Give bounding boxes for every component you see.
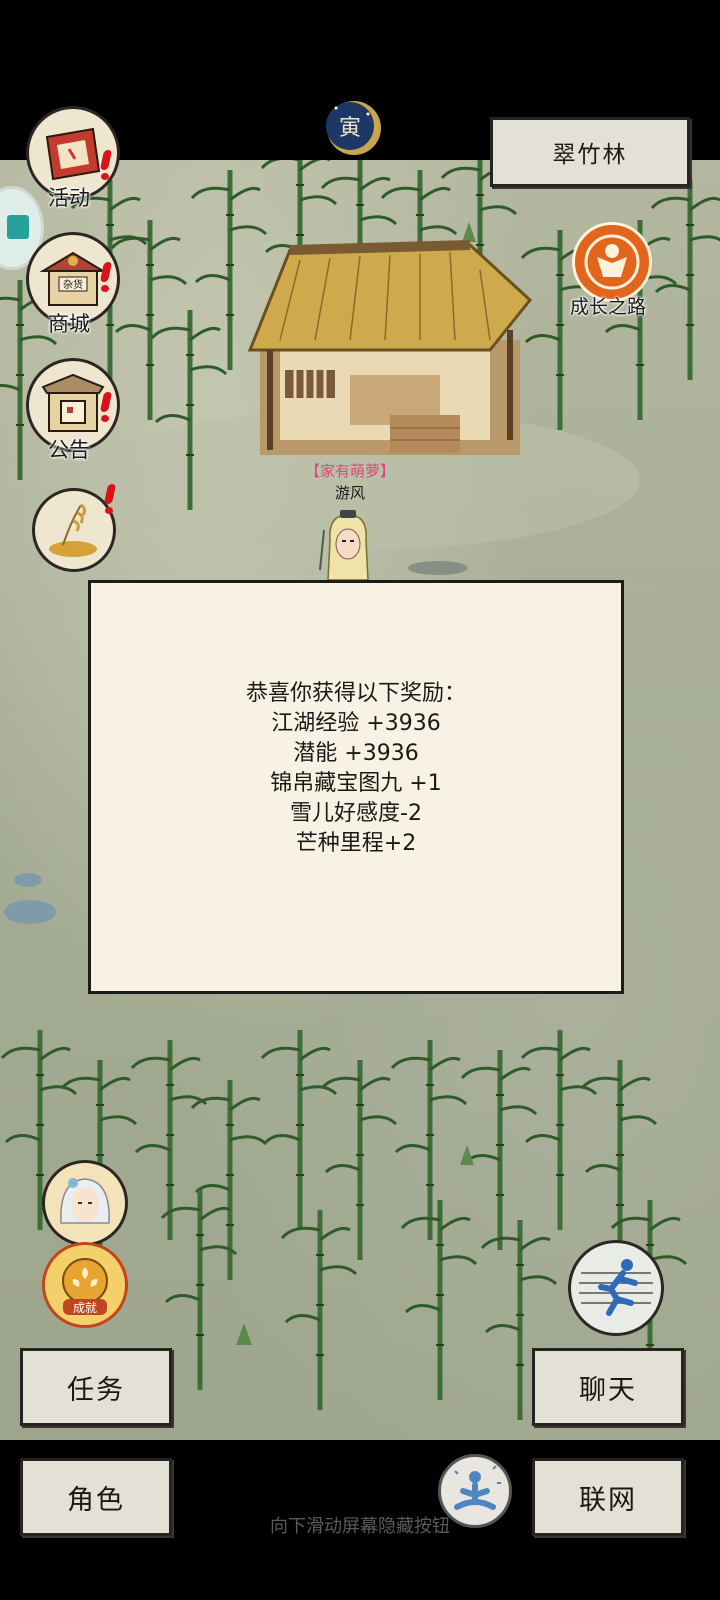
notice-badge xyxy=(100,392,112,422)
reward-item: 雪儿好感度-2 xyxy=(290,801,422,826)
achievement-medal-icon: 成就 xyxy=(62,1258,108,1315)
growth-figure-icon xyxy=(584,234,640,290)
activity-label: 活动 xyxy=(48,186,90,210)
growth-path-button[interactable] xyxy=(572,222,652,302)
shop-label: 商城 xyxy=(48,312,90,336)
npc-character[interactable] xyxy=(318,510,378,580)
footer-hint: 向下滑动屏幕隐藏按钮 xyxy=(270,1516,450,1537)
task-button-label: 任务 xyxy=(67,1374,125,1406)
achievement-button[interactable]: 成就 xyxy=(42,1242,128,1328)
reward-dialog[interactable]: 恭喜你获得以下奖励： 江湖经验 +3936 潜能 +3936 锦帛藏宝图九 +1… xyxy=(88,580,624,994)
reward-item: 江湖经验 +3936 xyxy=(271,711,441,736)
achievement-label: 成就 xyxy=(73,1301,97,1315)
reward-item: 芒种里程+2 xyxy=(295,831,417,856)
npc-name: 游风 xyxy=(334,484,365,502)
location-button[interactable]: 翠竹林 xyxy=(490,117,690,187)
harvest-badge xyxy=(104,484,116,514)
time-char: 寅 xyxy=(339,116,361,141)
npc-tag: 【家有萌萝】 xyxy=(304,462,395,480)
location-label: 翠竹林 xyxy=(552,142,628,168)
companion-portrait-icon xyxy=(60,1178,110,1224)
shop-badge xyxy=(100,262,112,292)
thatched-hut[interactable] xyxy=(240,240,540,470)
companion-button[interactable] xyxy=(42,1160,128,1246)
reward-heading: 恭喜你获得以下奖励： xyxy=(245,681,466,706)
harvest-grain-icon xyxy=(49,503,97,557)
chat-button[interactable]: 聊天 xyxy=(532,1348,684,1426)
chat-button-label: 聊天 xyxy=(579,1374,637,1406)
auto-walk-button[interactable] xyxy=(568,1240,664,1336)
reward-list: 恭喜你获得以下奖励： 江湖经验 +3936 潜能 +3936 锦帛藏宝图九 +1… xyxy=(91,679,621,859)
task-button[interactable]: 任务 xyxy=(20,1348,172,1426)
reward-item: 锦帛藏宝图九 +1 xyxy=(270,771,442,796)
growth-path-label: 成长之路 xyxy=(570,296,647,318)
reward-item: 潜能 +3936 xyxy=(293,741,419,766)
notice-label: 公告 xyxy=(48,438,90,462)
online-button-label: 联网 xyxy=(579,1484,637,1516)
shop-sign: 杂货 xyxy=(63,278,83,291)
running-figure-icon xyxy=(579,1259,653,1316)
tiger-zodiac-moon-icon: 寅 xyxy=(326,101,381,155)
role-button-label: 角色 xyxy=(67,1484,125,1516)
time-indicator: 寅 xyxy=(326,100,382,156)
activity-badge xyxy=(100,150,112,180)
